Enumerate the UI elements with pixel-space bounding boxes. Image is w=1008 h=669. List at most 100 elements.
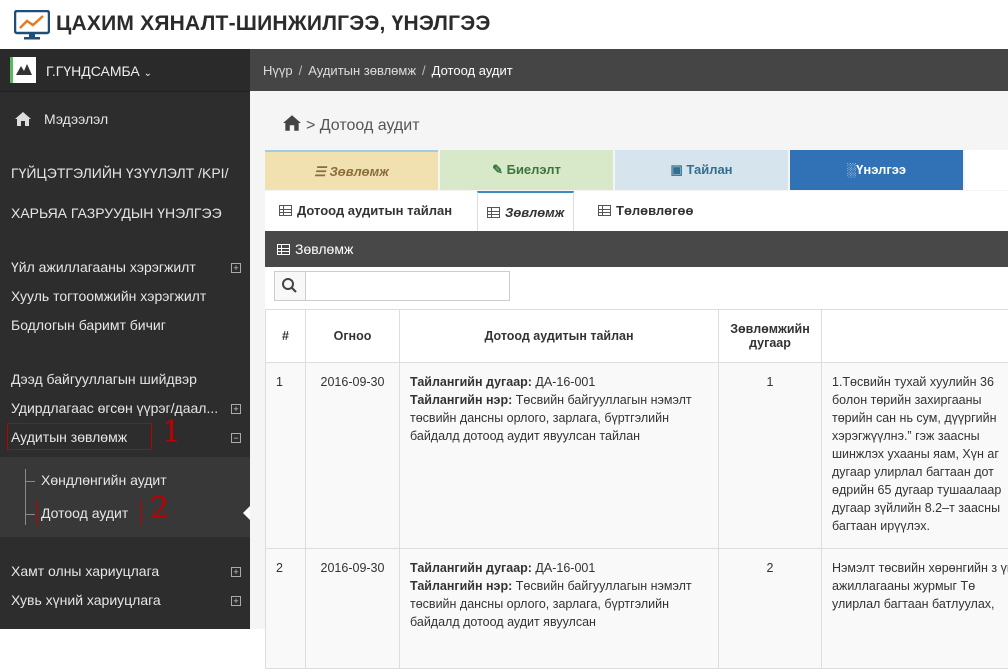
cell-recommendation: Нэмэлт төсвийн хөрөнгийн з үйл ажиллагаа… (822, 549, 1008, 669)
search-button[interactable] (274, 271, 306, 301)
table-row[interactable]: 1 2016-09-30 Тайлангийн дугаар: ДА-16-00… (266, 363, 1008, 549)
sidebar-item-label: Бодлогын баримт бичиг (11, 317, 166, 333)
subtab-internal-audit-report[interactable]: Дотоод аудитын тайлан (279, 191, 452, 231)
tab-blank (965, 150, 1008, 190)
column-header-recommendation-number[interactable]: Зөвлөмжийн дугаар (719, 310, 822, 363)
bar-chart-icon: ░ (847, 162, 856, 177)
subtab-label: Дотоод аудитын тайлан (297, 203, 452, 218)
panel-title: Зөвлөмж (295, 241, 353, 257)
cell-date: 2016-09-30 (306, 363, 400, 549)
search-input[interactable] (305, 271, 510, 301)
tree-branch (25, 481, 35, 482)
table-icon (277, 244, 290, 255)
report-number: ДА-16-001 (532, 375, 595, 389)
breadcrumb: Нүүр / Аудитын зөвлөмж / Дотоод аудит (263, 63, 513, 78)
document-icon: ▣ (670, 162, 686, 177)
page-title: > Дотоод аудит (282, 114, 420, 135)
label-report-number: Тайлангийн дугаар: (410, 561, 532, 575)
sidebar-item-label: Хууль тогтоомжийн хэрэгжилт (11, 288, 206, 304)
sidebar-item-label: Хувь хүний хариуцлага (11, 592, 161, 608)
label-report-number: Тайлангийн дугаар: (410, 375, 532, 389)
chevron-down-icon: ⌄ (144, 68, 152, 79)
top-bar: ЦАХИМ ХЯНАЛТ-ШИНЖИЛГЭЭ, ҮНЭЛГЭЭ (0, 0, 1008, 50)
monitor-chart-logo-icon (14, 10, 50, 40)
page-title-text: > Дотоод аудит (306, 117, 420, 134)
tab-recommendation[interactable]: ☰ Зөвлөмж (265, 150, 438, 190)
column-header-report[interactable]: Дотоод аудитын тайлан (400, 310, 719, 363)
sidebar: Г.ГҮНДСАМБА ⌄ Мэдээлэл ГҮЙЦЭТГЭЛИЙН ҮЗҮҮ… (0, 49, 250, 629)
table-icon (598, 205, 611, 216)
cell-report: Тайлангийн дугаар: ДА-16-001 Тайлангийн н… (400, 549, 719, 669)
tab-label: Биелэлт (507, 162, 561, 177)
cell-report: Тайлангийн дугаар: ДА-16-001 Тайлангийн н… (400, 363, 719, 549)
expand-plus-icon[interactable]: + (231, 263, 241, 273)
cell-recommendation-number: 1 (719, 363, 822, 549)
search-bar (265, 267, 1008, 309)
sidebar-item-home[interactable]: Мэдээлэл (0, 111, 250, 131)
report-number: ДА-16-001 (532, 561, 595, 575)
subtab-label: Төлөвлөгөө (616, 203, 693, 218)
breadcrumb-audit-recommendation[interactable]: Аудитын зөвлөмж (308, 63, 416, 78)
tab-implementation[interactable]: ✎ Биелэлт (440, 150, 613, 190)
edit-icon: ✎ (492, 162, 507, 177)
table-header-row: # Огноо Дотоод аудитын тайлан Зөвлөмжийн… (266, 310, 1008, 363)
subtab-plan[interactable]: Төлөвлөгөө (598, 191, 693, 231)
sidebar-item-label: Үйл ажиллагааны хэрэгжилт (11, 259, 196, 275)
search-icon (275, 272, 305, 300)
sidebar-item-label: Хамт олны хариуцлага (11, 563, 159, 579)
avatar (10, 57, 36, 83)
list-icon: ☰ (314, 164, 329, 179)
breadcrumb-home[interactable]: Нүүр (263, 63, 293, 78)
user-name[interactable]: Г.ГҮНДСАМБА ⌄ (46, 63, 152, 79)
cell-date: 2016-09-30 (306, 549, 400, 669)
app-title: ЦАХИМ ХЯНАЛТ-ШИНЖИЛГЭЭ, ҮНЭЛГЭЭ (56, 12, 491, 36)
tab-label: Зөвлөмж (329, 164, 388, 179)
step-marker: 2 (150, 491, 169, 526)
breadcrumb-current: Дотоод аудит (432, 63, 513, 78)
cell-recommendation-number: 2 (719, 549, 822, 669)
cell-number: 2 (266, 549, 306, 669)
sidebar-item-label: Мэдээлэл (44, 111, 108, 127)
tab-label: Үнэлгээ (856, 162, 906, 177)
user-image-icon (13, 57, 35, 79)
table-icon (279, 205, 292, 216)
home-icon (282, 114, 302, 132)
table-row[interactable]: 2 2016-09-30 Тайлангийн дугаар: ДА-16-00… (266, 549, 1008, 669)
column-header-date[interactable]: Огноо (306, 310, 400, 363)
breadcrumb-separator: / (299, 63, 303, 78)
subtab-label: Зөвлөмж (505, 205, 564, 220)
sidebar-item-label: Удирдлагаас өгсөн үүрэг/даал... (11, 400, 218, 416)
tab-report[interactable]: ▣ Тайлан (615, 150, 788, 190)
sidebar-item-label: Хөндлөнгийн аудит (41, 472, 167, 488)
tree-branch (25, 514, 35, 515)
highlight-box (7, 423, 152, 450)
label-report-name: Тайлангийн нэр: (410, 579, 512, 593)
table-icon (487, 207, 500, 218)
sidebar-item-label: ХАРЬЯА ГАЗРУУДЫН ҮНЭЛГЭЭ (11, 205, 222, 221)
recommendation-table: # Огноо Дотоод аудитын тайлан Зөвлөмжийн… (265, 309, 1008, 669)
tree-line (25, 469, 26, 525)
active-pointer-icon (243, 506, 250, 520)
user-menu[interactable]: Г.ГҮНДСАМБА ⌄ (0, 49, 250, 92)
expand-plus-icon[interactable]: + (231, 404, 241, 414)
home-icon (14, 111, 32, 127)
highlight-box (37, 499, 141, 526)
cell-number: 1 (266, 363, 306, 549)
panel-header: Зөвлөмж (265, 231, 1008, 267)
subtab-recommendation[interactable]: Зөвлөмж (477, 191, 574, 232)
tab-evaluation[interactable]: ░Үнэлгээ (790, 150, 963, 190)
step-marker: 1 (162, 415, 181, 450)
content-header: Нүүр / Аудитын зөвлөмж / Дотоод аудит (250, 49, 1008, 91)
sidebar-item-label: Дээд байгууллагын шийдвэр (11, 371, 197, 387)
subtabs: Дотоод аудитын тайлан Зөвлөмж Төлөвлөгөө (265, 191, 1008, 232)
cell-recommendation: 1.Төсвийн тухай хуулийн 36 болон төрийн … (822, 363, 1008, 549)
expand-plus-icon[interactable]: + (231, 596, 241, 606)
tab-label: Тайлан (686, 162, 732, 177)
expand-plus-icon[interactable]: + (231, 567, 241, 577)
breadcrumb-separator: / (422, 63, 426, 78)
sidebar-item-label: ГҮЙЦЭТГЭЛИЙН ҮЗҮҮЛЭЛТ /KPI/ (11, 165, 228, 181)
column-header-recommendation[interactable] (822, 310, 1008, 363)
column-header-number[interactable]: # (266, 310, 306, 363)
label-report-name: Тайлангийн нэр: (410, 393, 512, 407)
collapse-minus-icon[interactable]: − (231, 433, 241, 443)
